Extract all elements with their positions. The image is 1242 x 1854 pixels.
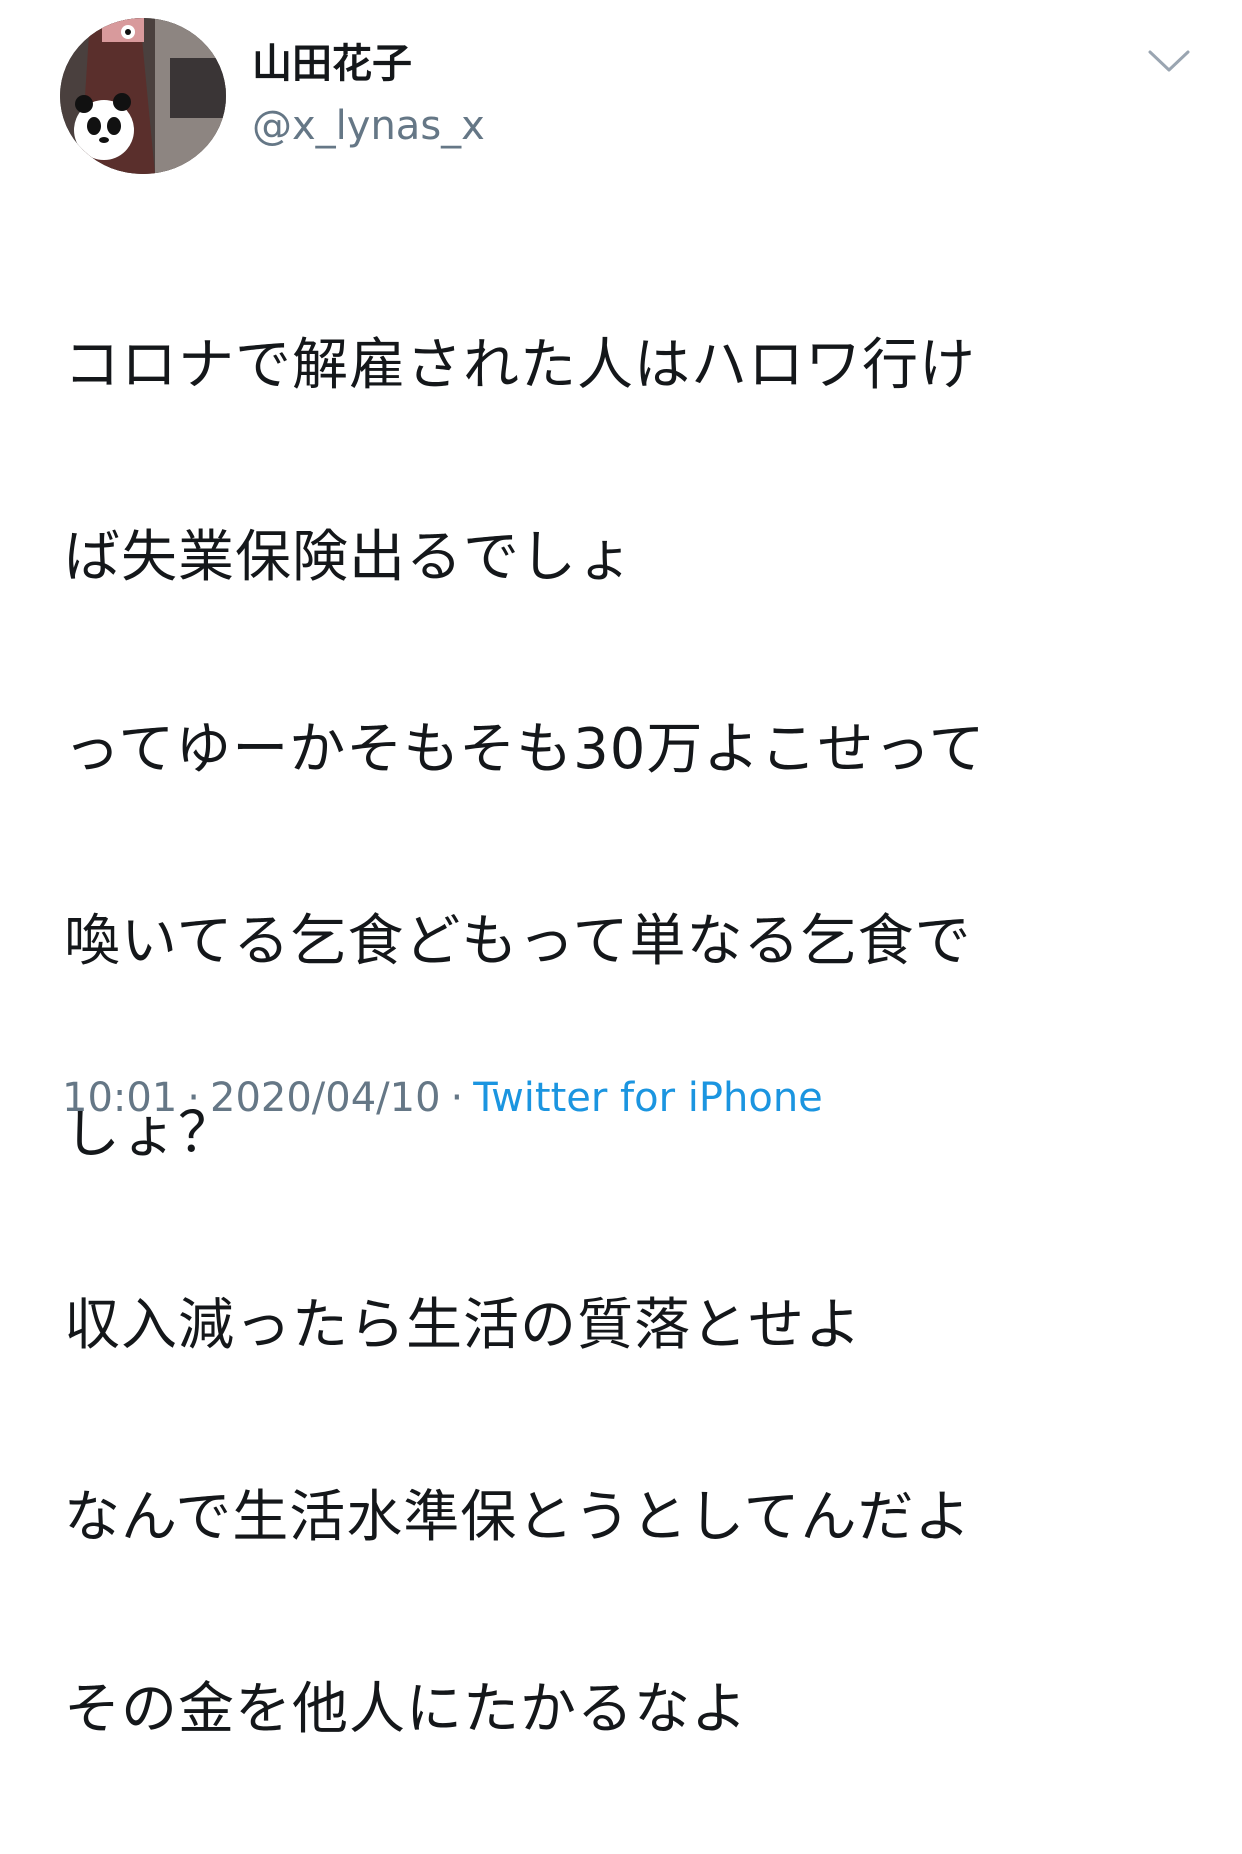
- tweet-text: コロナで解雇された人はハロワ行け ば失業保険出るでしょ ってゆーかそもそも30万…: [64, 222, 1194, 1854]
- user-handle[interactable]: @x_lynas_x: [252, 100, 485, 152]
- tweet-line: ば失業保険出るでしょ: [64, 525, 634, 590]
- meta-separator: ·: [450, 1075, 464, 1121]
- meta-separator: ·: [187, 1075, 200, 1121]
- tweet-line: なんで生活水準保とうとしてんだよ: [64, 1485, 972, 1550]
- tweet-line: コロナで解雇された人はハロワ行け: [64, 333, 976, 398]
- tweet-line: ってゆーかそもそも30万よこせって: [64, 717, 986, 782]
- tweet-line: 収入減ったら生活の質落とせよ: [64, 1293, 862, 1358]
- avatar[interactable]: [60, 18, 226, 174]
- chevron-down-icon[interactable]: [1146, 46, 1192, 76]
- tweet-line: その金を他人にたかるなよ: [64, 1677, 748, 1742]
- tweet-source-link[interactable]: Twitter for iPhone: [473, 1075, 823, 1121]
- tweet-time: 10:01: [62, 1075, 178, 1121]
- tweet-meta: 10:01 · 2020/04/10 · Twitter for iPhone: [62, 1068, 823, 1128]
- tweet-line: 喚いてる乞食どもって単なる乞食で: [64, 909, 972, 974]
- display-name[interactable]: 山田花子: [252, 38, 412, 90]
- tweet-date: 2020/04/10: [210, 1075, 441, 1121]
- avatar-image: [60, 18, 226, 174]
